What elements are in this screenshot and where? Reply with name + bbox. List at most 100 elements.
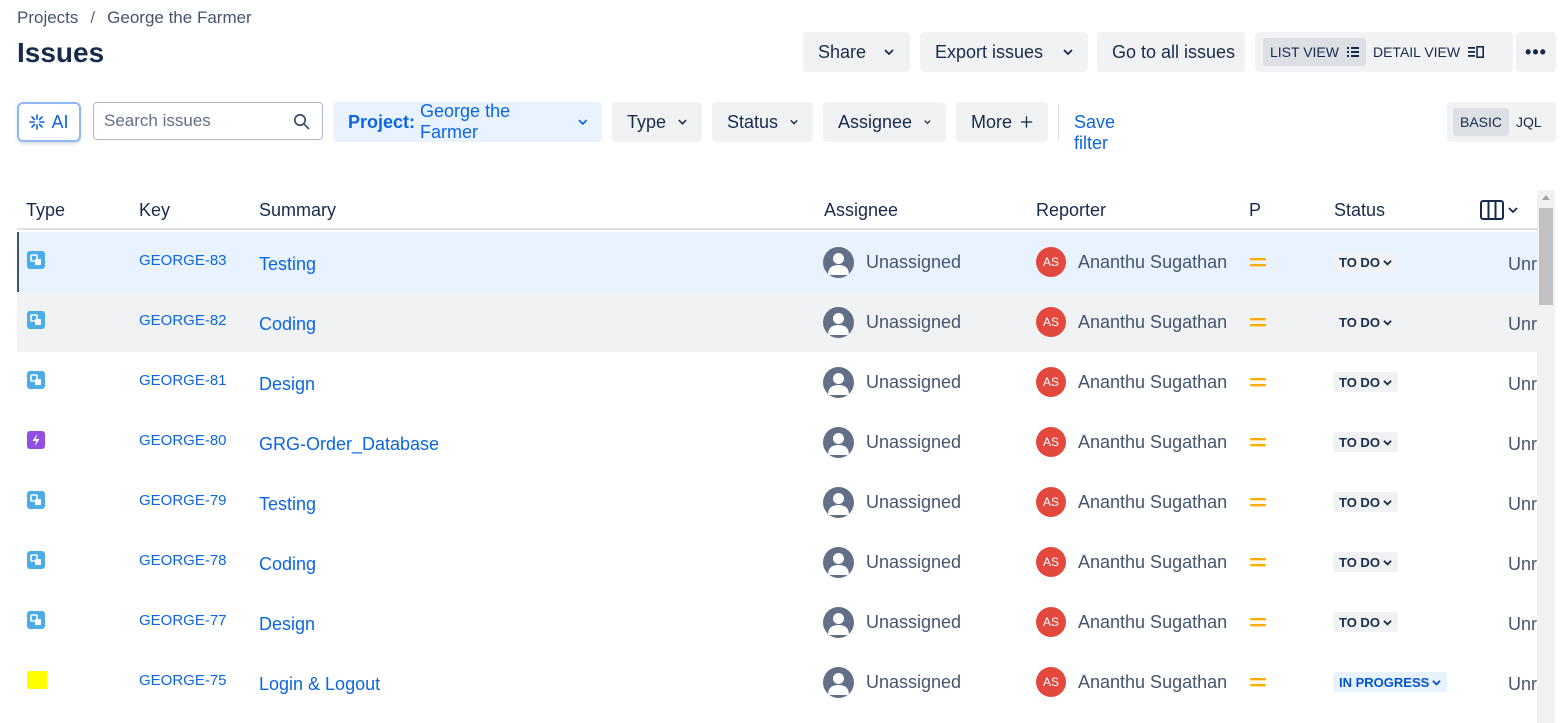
- priority-cell: [1250, 472, 1266, 532]
- assignee-cell[interactable]: Unassigned: [823, 292, 961, 352]
- project-filter[interactable]: Project: George the Farmer: [333, 101, 602, 142]
- table-row[interactable]: GEORGE-83 Testing Unassigned AS Ananthu …: [17, 232, 1537, 292]
- more-actions-button[interactable]: •••: [1516, 32, 1556, 72]
- truncated-column-cell: Unr: [1508, 433, 1537, 454]
- issue-summary-link[interactable]: Login & Logout: [259, 654, 380, 714]
- status-cell: TO DO: [1333, 232, 1398, 292]
- issue-key-link[interactable]: GEORGE-81: [139, 350, 227, 410]
- truncated-column-cell: Unr: [1508, 613, 1537, 634]
- scroll-up-arrow-icon[interactable]: [1542, 195, 1550, 200]
- issue-summary-link[interactable]: GRG-Order_Database: [259, 414, 439, 474]
- basic-mode-button[interactable]: BASIC: [1453, 108, 1510, 136]
- issue-summary-link[interactable]: Testing: [259, 474, 316, 534]
- assignee-cell[interactable]: Unassigned: [823, 232, 961, 292]
- export-issues-button[interactable]: Export issues: [920, 32, 1088, 72]
- ai-search-button[interactable]: AI: [17, 102, 81, 142]
- chevron-down-icon: [1063, 49, 1073, 56]
- priority-medium-icon: [1250, 558, 1266, 567]
- issue-summary-link[interactable]: Testing: [259, 234, 316, 294]
- issue-key-link[interactable]: GEORGE-83: [139, 230, 227, 290]
- issue-key-link[interactable]: GEORGE-82: [139, 290, 227, 350]
- assignee-cell[interactable]: Unassigned: [823, 592, 961, 652]
- status-dropdown[interactable]: TO DO: [1333, 612, 1398, 632]
- search-input[interactable]: [104, 111, 284, 131]
- status-dropdown[interactable]: TO DO: [1333, 492, 1398, 512]
- reporter-cell[interactable]: AS Ananthu Sugathan: [1036, 472, 1227, 532]
- status-dropdown[interactable]: TO DO: [1333, 372, 1398, 392]
- table-row[interactable]: GEORGE-78 Coding Unassigned AS Ananthu S…: [17, 532, 1537, 592]
- search-icon[interactable]: [293, 113, 310, 130]
- status-filter-label: Status: [727, 111, 779, 132]
- status-filter[interactable]: Status: [712, 102, 813, 142]
- assignee-cell[interactable]: Unassigned: [823, 412, 961, 472]
- reporter-avatar: AS: [1036, 247, 1066, 277]
- reporter-cell[interactable]: AS Ananthu Sugathan: [1036, 412, 1227, 472]
- share-label: Share: [818, 41, 867, 62]
- reporter-cell[interactable]: AS Ananthu Sugathan: [1036, 232, 1227, 292]
- epic-icon: [27, 430, 45, 454]
- issue-summary-link[interactable]: Design: [259, 354, 315, 414]
- table-row[interactable]: GEORGE-75 Login & Logout Unassigned AS A…: [17, 652, 1537, 712]
- assignee-name: Unassigned: [866, 491, 962, 512]
- header-assignee[interactable]: Assignee: [824, 200, 898, 221]
- issue-summary-link[interactable]: Coding: [259, 534, 316, 594]
- table-scrollbar[interactable]: [1537, 190, 1555, 723]
- priority-cell: [1250, 412, 1266, 472]
- status-dropdown[interactable]: IN PROGRESS: [1333, 672, 1448, 692]
- header-priority[interactable]: P: [1249, 200, 1261, 221]
- detail-view-button[interactable]: DETAIL VIEW: [1366, 38, 1491, 66]
- issue-summary-link[interactable]: Design: [259, 594, 315, 654]
- share-button[interactable]: Share: [803, 32, 910, 72]
- issue-key-link[interactable]: GEORGE-80: [139, 410, 227, 470]
- reporter-cell[interactable]: AS Ananthu Sugathan: [1036, 592, 1227, 652]
- issue-key-link[interactable]: GEORGE-78: [139, 530, 227, 590]
- table-row[interactable]: GEORGE-80 GRG-Order_Database Unassigned …: [17, 412, 1537, 472]
- issue-key-link[interactable]: GEORGE-77: [139, 590, 227, 650]
- more-filters-button[interactable]: More: [956, 102, 1048, 142]
- status-dropdown[interactable]: TO DO: [1333, 552, 1398, 572]
- unassigned-avatar-icon: [823, 366, 854, 398]
- table-row[interactable]: GEORGE-79 Testing Unassigned AS Ananthu …: [17, 472, 1537, 532]
- status-dropdown[interactable]: TO DO: [1333, 312, 1398, 332]
- header-summary[interactable]: Summary: [259, 200, 336, 221]
- reporter-cell[interactable]: AS Ananthu Sugathan: [1036, 292, 1227, 352]
- header-status[interactable]: Status: [1334, 200, 1385, 221]
- issue-type-cell: [27, 472, 45, 532]
- breadcrumb-projects-link[interactable]: Projects: [17, 8, 78, 28]
- reporter-cell[interactable]: AS Ananthu Sugathan: [1036, 532, 1227, 592]
- issue-type-cell: [27, 232, 45, 292]
- issue-key-link[interactable]: GEORGE-79: [139, 470, 227, 530]
- issue-summary-link[interactable]: Coding: [259, 294, 316, 354]
- table-row[interactable]: GEORGE-81 Design Unassigned AS Ananthu S…: [17, 352, 1537, 412]
- assignee-cell[interactable]: Unassigned: [823, 472, 961, 532]
- assignee-cell[interactable]: Unassigned: [823, 652, 961, 712]
- assignee-cell[interactable]: Unassigned: [823, 532, 961, 592]
- reporter-cell[interactable]: AS Ananthu Sugathan: [1036, 352, 1227, 412]
- issue-key-link[interactable]: GEORGE-75: [139, 650, 227, 710]
- status-cell: TO DO: [1333, 352, 1398, 412]
- project-filter-label: Project:: [348, 111, 416, 132]
- truncated-column-cell: Unr: [1508, 493, 1537, 514]
- status-dropdown[interactable]: TO DO: [1333, 432, 1398, 452]
- assignee-name: Unassigned: [866, 251, 962, 272]
- list-view-button[interactable]: LIST VIEW: [1263, 38, 1366, 66]
- type-filter[interactable]: Type: [612, 102, 702, 142]
- go-to-all-issues-button[interactable]: Go to all issues: [1097, 32, 1245, 72]
- breadcrumb-project-link[interactable]: George the Farmer: [107, 8, 252, 28]
- reporter-avatar: AS: [1036, 607, 1066, 637]
- scrollbar-thumb[interactable]: [1539, 208, 1553, 305]
- header-key[interactable]: Key: [139, 200, 170, 221]
- column-config-button[interactable]: [1480, 200, 1518, 220]
- header-type[interactable]: Type: [26, 200, 65, 221]
- table-row[interactable]: GEORGE-82 Coding Unassigned AS Ananthu S…: [17, 292, 1537, 352]
- reporter-avatar: AS: [1036, 427, 1066, 457]
- assignee-cell[interactable]: Unassigned: [823, 352, 961, 412]
- assignee-filter[interactable]: Assignee: [823, 102, 946, 142]
- save-filter-link[interactable]: Save filter: [1074, 112, 1115, 154]
- table-row[interactable]: GEORGE-77 Design Unassigned AS Ananthu S…: [17, 592, 1537, 652]
- jql-mode-button[interactable]: JQL: [1509, 108, 1549, 136]
- reporter-avatar: AS: [1036, 487, 1066, 517]
- status-dropdown[interactable]: TO DO: [1333, 252, 1398, 272]
- reporter-cell[interactable]: AS Ananthu Sugathan: [1036, 652, 1227, 712]
- header-reporter[interactable]: Reporter: [1036, 200, 1106, 221]
